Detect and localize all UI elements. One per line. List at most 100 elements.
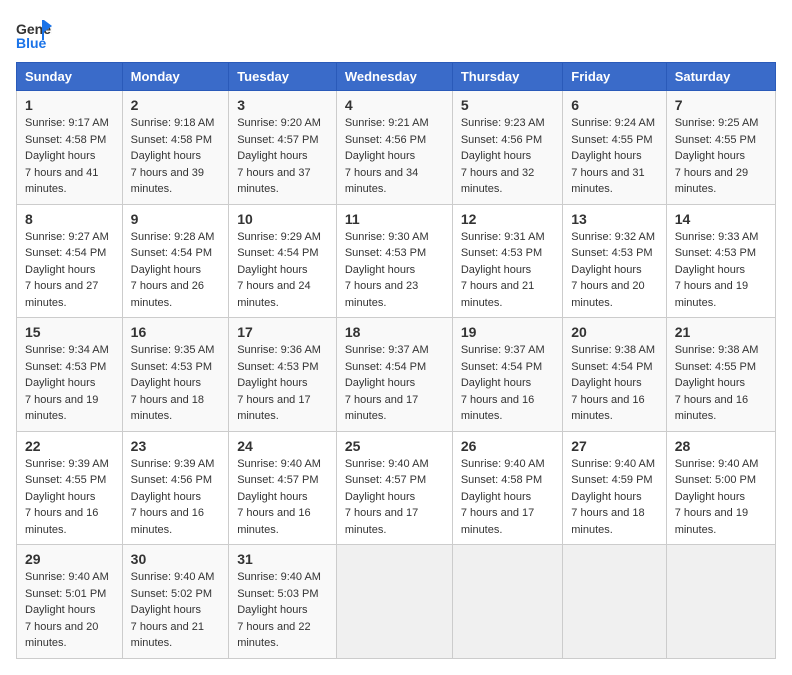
day-details: Sunrise: 9:27 AM Sunset: 4:54 PM Dayligh… [25,229,114,312]
day-details: Sunrise: 9:40 AM Sunset: 4:57 PM Dayligh… [345,456,444,539]
weekday-header-thursday: Thursday [452,63,562,91]
day-details: Sunrise: 9:40 AM Sunset: 5:02 PM Dayligh… [131,569,221,652]
week-row-5: 29 Sunrise: 9:40 AM Sunset: 5:01 PM Dayl… [17,545,776,659]
day-number: 31 [237,551,328,567]
weekday-header-friday: Friday [563,63,666,91]
calendar-cell: 6 Sunrise: 9:24 AM Sunset: 4:55 PM Dayli… [563,91,666,205]
day-number: 19 [461,324,554,340]
calendar-cell: 29 Sunrise: 9:40 AM Sunset: 5:01 PM Dayl… [17,545,123,659]
calendar-cell: 10 Sunrise: 9:29 AM Sunset: 4:54 PM Dayl… [229,204,337,318]
day-details: Sunrise: 9:40 AM Sunset: 4:59 PM Dayligh… [571,456,657,539]
calendar-cell: 5 Sunrise: 9:23 AM Sunset: 4:56 PM Dayli… [452,91,562,205]
calendar-cell: 1 Sunrise: 9:17 AM Sunset: 4:58 PM Dayli… [17,91,123,205]
svg-text:Blue: Blue [16,35,47,51]
day-details: Sunrise: 9:38 AM Sunset: 4:55 PM Dayligh… [675,342,767,425]
calendar-table: SundayMondayTuesdayWednesdayThursdayFrid… [16,62,776,659]
day-number: 7 [675,97,767,113]
day-number: 12 [461,211,554,227]
day-number: 30 [131,551,221,567]
calendar-cell: 19 Sunrise: 9:37 AM Sunset: 4:54 PM Dayl… [452,318,562,432]
calendar-cell: 2 Sunrise: 9:18 AM Sunset: 4:58 PM Dayli… [122,91,229,205]
day-details: Sunrise: 9:36 AM Sunset: 4:53 PM Dayligh… [237,342,328,425]
day-number: 8 [25,211,114,227]
day-details: Sunrise: 9:28 AM Sunset: 4:54 PM Dayligh… [131,229,221,312]
calendar-cell: 22 Sunrise: 9:39 AM Sunset: 4:55 PM Dayl… [17,431,123,545]
weekday-header-sunday: Sunday [17,63,123,91]
day-number: 5 [461,97,554,113]
calendar-cell: 31 Sunrise: 9:40 AM Sunset: 5:03 PM Dayl… [229,545,337,659]
day-details: Sunrise: 9:40 AM Sunset: 5:01 PM Dayligh… [25,569,114,652]
day-details: Sunrise: 9:40 AM Sunset: 4:57 PM Dayligh… [237,456,328,539]
day-details: Sunrise: 9:40 AM Sunset: 5:00 PM Dayligh… [675,456,767,539]
day-number: 28 [675,438,767,454]
day-number: 1 [25,97,114,113]
day-number: 6 [571,97,657,113]
day-number: 16 [131,324,221,340]
day-details: Sunrise: 9:30 AM Sunset: 4:53 PM Dayligh… [345,229,444,312]
day-details: Sunrise: 9:20 AM Sunset: 4:57 PM Dayligh… [237,115,328,198]
calendar-cell [666,545,775,659]
logo-icon: General Blue [16,16,52,52]
calendar-cell: 4 Sunrise: 9:21 AM Sunset: 4:56 PM Dayli… [336,91,452,205]
calendar-cell: 7 Sunrise: 9:25 AM Sunset: 4:55 PM Dayli… [666,91,775,205]
calendar-cell: 23 Sunrise: 9:39 AM Sunset: 4:56 PM Dayl… [122,431,229,545]
day-details: Sunrise: 9:29 AM Sunset: 4:54 PM Dayligh… [237,229,328,312]
day-number: 18 [345,324,444,340]
day-details: Sunrise: 9:31 AM Sunset: 4:53 PM Dayligh… [461,229,554,312]
day-details: Sunrise: 9:39 AM Sunset: 4:56 PM Dayligh… [131,456,221,539]
weekday-header-monday: Monday [122,63,229,91]
day-number: 10 [237,211,328,227]
day-details: Sunrise: 9:40 AM Sunset: 5:03 PM Dayligh… [237,569,328,652]
day-number: 24 [237,438,328,454]
calendar-cell: 20 Sunrise: 9:38 AM Sunset: 4:54 PM Dayl… [563,318,666,432]
header: General Blue [16,16,776,52]
calendar-cell: 25 Sunrise: 9:40 AM Sunset: 4:57 PM Dayl… [336,431,452,545]
calendar-cell: 26 Sunrise: 9:40 AM Sunset: 4:58 PM Dayl… [452,431,562,545]
week-row-4: 22 Sunrise: 9:39 AM Sunset: 4:55 PM Dayl… [17,431,776,545]
calendar-cell: 17 Sunrise: 9:36 AM Sunset: 4:53 PM Dayl… [229,318,337,432]
day-number: 22 [25,438,114,454]
day-number: 17 [237,324,328,340]
day-number: 9 [131,211,221,227]
day-details: Sunrise: 9:32 AM Sunset: 4:53 PM Dayligh… [571,229,657,312]
logo: General Blue [16,16,56,52]
week-row-1: 1 Sunrise: 9:17 AM Sunset: 4:58 PM Dayli… [17,91,776,205]
day-details: Sunrise: 9:24 AM Sunset: 4:55 PM Dayligh… [571,115,657,198]
day-number: 3 [237,97,328,113]
day-details: Sunrise: 9:25 AM Sunset: 4:55 PM Dayligh… [675,115,767,198]
calendar-cell: 14 Sunrise: 9:33 AM Sunset: 4:53 PM Dayl… [666,204,775,318]
calendar-cell: 16 Sunrise: 9:35 AM Sunset: 4:53 PM Dayl… [122,318,229,432]
day-details: Sunrise: 9:38 AM Sunset: 4:54 PM Dayligh… [571,342,657,425]
calendar-cell: 3 Sunrise: 9:20 AM Sunset: 4:57 PM Dayli… [229,91,337,205]
day-details: Sunrise: 9:37 AM Sunset: 4:54 PM Dayligh… [461,342,554,425]
day-number: 23 [131,438,221,454]
day-number: 20 [571,324,657,340]
day-details: Sunrise: 9:39 AM Sunset: 4:55 PM Dayligh… [25,456,114,539]
calendar-cell [563,545,666,659]
calendar-cell: 24 Sunrise: 9:40 AM Sunset: 4:57 PM Dayl… [229,431,337,545]
day-number: 15 [25,324,114,340]
weekday-header-tuesday: Tuesday [229,63,337,91]
calendar-cell [452,545,562,659]
calendar-cell: 27 Sunrise: 9:40 AM Sunset: 4:59 PM Dayl… [563,431,666,545]
day-details: Sunrise: 9:35 AM Sunset: 4:53 PM Dayligh… [131,342,221,425]
day-details: Sunrise: 9:33 AM Sunset: 4:53 PM Dayligh… [675,229,767,312]
day-number: 4 [345,97,444,113]
weekday-header-wednesday: Wednesday [336,63,452,91]
day-number: 11 [345,211,444,227]
calendar-cell [336,545,452,659]
day-number: 25 [345,438,444,454]
calendar-cell: 18 Sunrise: 9:37 AM Sunset: 4:54 PM Dayl… [336,318,452,432]
calendar-cell: 13 Sunrise: 9:32 AM Sunset: 4:53 PM Dayl… [563,204,666,318]
day-details: Sunrise: 9:17 AM Sunset: 4:58 PM Dayligh… [25,115,114,198]
day-number: 21 [675,324,767,340]
day-details: Sunrise: 9:21 AM Sunset: 4:56 PM Dayligh… [345,115,444,198]
day-number: 29 [25,551,114,567]
day-number: 26 [461,438,554,454]
calendar-cell: 15 Sunrise: 9:34 AM Sunset: 4:53 PM Dayl… [17,318,123,432]
weekday-header-saturday: Saturday [666,63,775,91]
calendar-cell: 21 Sunrise: 9:38 AM Sunset: 4:55 PM Dayl… [666,318,775,432]
day-number: 2 [131,97,221,113]
day-number: 27 [571,438,657,454]
day-details: Sunrise: 9:40 AM Sunset: 4:58 PM Dayligh… [461,456,554,539]
